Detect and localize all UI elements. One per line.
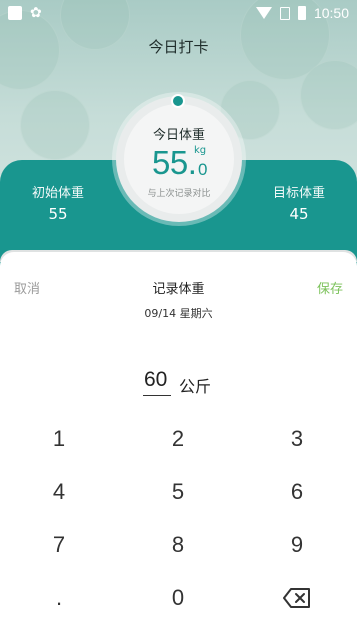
save-button[interactable]: 保存 xyxy=(317,278,343,297)
battery-icon xyxy=(297,6,306,20)
initial-weight-value: 55 xyxy=(48,205,68,223)
key-2[interactable]: 2 xyxy=(138,419,218,459)
compare-text: 与上次记录对比 xyxy=(147,189,211,199)
weight-input-unit: 公斤 xyxy=(179,377,212,396)
status-bar: ✿ 10:50 xyxy=(0,0,357,26)
page-title: 今日打卡 xyxy=(148,38,209,56)
key-0[interactable]: 0 xyxy=(138,578,218,618)
app-notification-icon: ✿ xyxy=(30,5,42,21)
today-weight-value: 55. xyxy=(152,144,197,181)
key-3[interactable]: 3 xyxy=(257,419,337,459)
sim-icon xyxy=(279,6,290,20)
sheet-title: 记录体重 xyxy=(152,282,205,297)
key-9[interactable]: 9 xyxy=(257,525,337,565)
key-decimal[interactable]: . xyxy=(19,578,99,618)
key-8[interactable]: 8 xyxy=(138,525,218,565)
target-weight-stat: 目标体重 45 xyxy=(249,182,349,223)
key-6[interactable]: 6 xyxy=(257,472,337,512)
key-5[interactable]: 5 xyxy=(138,472,218,512)
today-weight-label: 今日体重 xyxy=(152,128,205,143)
today-weight-decimal: 0 xyxy=(198,160,208,179)
progress-dot xyxy=(171,94,185,108)
target-weight-value: 45 xyxy=(289,205,309,223)
key-1[interactable]: 1 xyxy=(19,419,99,459)
weight-input[interactable]: 60 xyxy=(144,368,167,392)
backspace-key[interactable] xyxy=(257,578,337,618)
backspace-icon xyxy=(283,588,310,608)
weight-unit: kg xyxy=(194,145,207,156)
initial-weight-stat: 初始体重 55 xyxy=(8,182,108,223)
status-time: 10:50 xyxy=(313,5,349,21)
target-weight-label: 目标体重 xyxy=(272,186,325,201)
initial-weight-label: 初始体重 xyxy=(31,186,84,201)
record-date[interactable]: 09/14 星期六 xyxy=(0,305,357,321)
key-7[interactable]: 7 xyxy=(19,525,99,565)
wifi-icon xyxy=(255,7,272,19)
notification-icon xyxy=(8,6,22,20)
key-4[interactable]: 4 xyxy=(19,472,99,512)
